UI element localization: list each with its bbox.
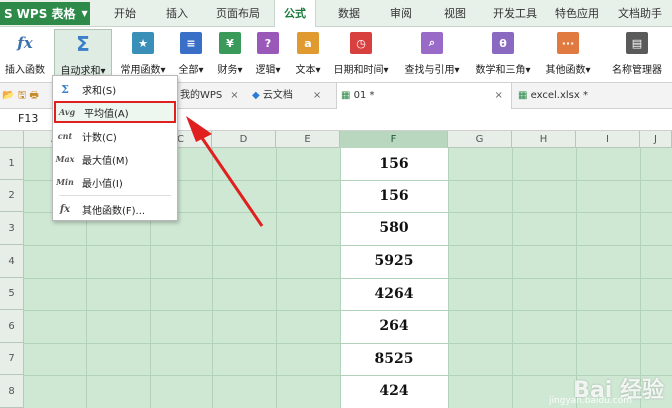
- annotation-arrow: [186, 116, 264, 227]
